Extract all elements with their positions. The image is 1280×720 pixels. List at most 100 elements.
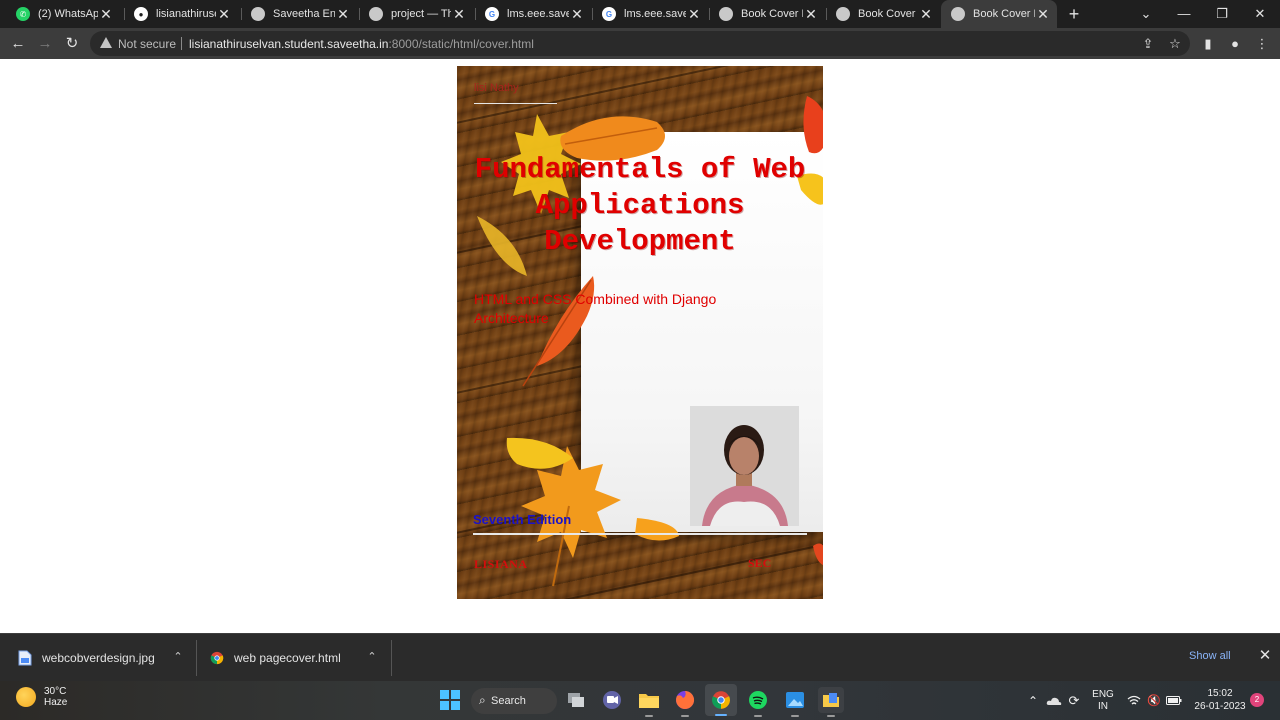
tab-label: lisianathiruselvan xyxy=(156,8,216,20)
tab-close-icon[interactable]: ✕ xyxy=(98,6,114,22)
forward-button[interactable]: → xyxy=(34,33,56,55)
wifi-icon[interactable] xyxy=(1126,681,1142,720)
photos-button[interactable] xyxy=(782,687,808,717)
start-button[interactable] xyxy=(437,687,463,713)
bookmark-star-icon[interactable]: ☆ xyxy=(1165,34,1185,54)
globe-icon xyxy=(251,7,265,21)
url-path: :8000/static/html/cover.html xyxy=(388,37,534,51)
profile-avatar-icon[interactable]: ● xyxy=(1225,34,1245,54)
weather-description: Haze xyxy=(44,697,68,708)
teams-chat-button[interactable] xyxy=(599,687,625,713)
menu-icon[interactable]: ⋮ xyxy=(1252,34,1272,54)
sync-icon[interactable]: ⟳ xyxy=(1066,681,1082,720)
edition-divider xyxy=(473,533,807,535)
weather-haze-icon xyxy=(16,687,36,707)
windows-taskbar: 30°C Haze ⌕ Search ⌃ ⟳ ENG IN 🔇 15:02 26… xyxy=(0,681,1280,720)
tab-github[interactable]: ● lisianathiruselvan ✕ xyxy=(124,0,238,28)
tab-close-icon[interactable]: ✕ xyxy=(569,6,585,22)
weather-temperature: 30°C xyxy=(44,686,67,697)
leaf-orange-icon xyxy=(635,518,679,541)
tab-label: Saveetha Engineering xyxy=(273,8,335,20)
search-icon: ⌕ xyxy=(479,693,486,707)
tab-close-icon[interactable]: ✕ xyxy=(686,6,702,22)
chat-icon xyxy=(603,691,621,709)
firefox-icon xyxy=(676,690,695,709)
new-tab-button[interactable]: + xyxy=(1064,4,1084,24)
book-title: Fundamentals of Web Applications Develop… xyxy=(474,153,806,258)
tab-book-cover-2[interactable]: Book Cover Page ✕ xyxy=(826,0,940,28)
search-label: Search xyxy=(491,695,526,707)
globe-icon xyxy=(951,7,965,21)
spotify-button[interactable] xyxy=(745,687,771,717)
download-filename: webcobverdesign.jpg xyxy=(42,650,155,665)
chevron-up-icon[interactable]: ⌃ xyxy=(365,650,379,664)
minimize-button[interactable]: — xyxy=(1165,0,1203,28)
share-icon[interactable]: ⇪ xyxy=(1138,34,1158,54)
google-icon: G xyxy=(485,7,499,21)
battery-icon[interactable] xyxy=(1165,681,1183,720)
download-separator xyxy=(196,640,197,676)
notepad-folder-icon xyxy=(823,693,839,707)
download-item[interactable]: web pagecover.html xyxy=(210,634,360,681)
tab-label: Book Cover Page xyxy=(858,8,918,20)
tab-lms-2[interactable]: G lms.eee.saveetha ✕ xyxy=(592,0,708,28)
clock-date: 26-01-2023 xyxy=(1194,701,1246,712)
tab-book-cover-1[interactable]: Book Cover Page ✕ xyxy=(709,0,825,28)
author-name-top: lisi Nathy xyxy=(474,82,519,94)
globe-icon xyxy=(719,7,733,21)
author-name-bottom: LISIANA xyxy=(474,557,528,571)
weather-widget[interactable]: 30°C Haze xyxy=(16,686,67,708)
tab-label: Book Cover Page xyxy=(973,8,1035,20)
tab-close-icon[interactable]: ✕ xyxy=(918,6,934,22)
url-text[interactable]: lisianathiruselvan.student.saveetha.in:8… xyxy=(189,37,534,51)
close-download-shelf-icon[interactable]: ✕ xyxy=(1256,647,1274,665)
spotify-icon xyxy=(749,691,767,709)
leaf-red-icon xyxy=(813,543,823,566)
chrome-icon xyxy=(712,691,730,709)
language-indicator[interactable]: ENG IN xyxy=(1090,681,1116,720)
file-manager-button[interactable] xyxy=(818,687,844,717)
taskbar-search[interactable]: ⌕ Search xyxy=(471,688,557,714)
back-button[interactable]: ← xyxy=(7,33,29,55)
window-close-button[interactable]: ✕ xyxy=(1241,0,1279,28)
author-photo xyxy=(690,406,799,526)
publisher-name: SEC xyxy=(748,556,772,570)
task-view-button[interactable] xyxy=(563,687,589,713)
firefox-button[interactable] xyxy=(672,687,698,717)
edition-label: Seventh Edition xyxy=(473,512,572,527)
tab-close-icon[interactable]: ✕ xyxy=(335,6,351,22)
tab-whatsapp[interactable]: ✆ (2) WhatsApp ✕ xyxy=(6,0,120,28)
side-panel-icon[interactable]: ▮ xyxy=(1198,34,1218,54)
browser-tab-strip: ✆ (2) WhatsApp ✕ ● lisianathiruselvan ✕ … xyxy=(0,0,1280,28)
page-viewport: lisi Nathy Fundamentals of Web Applicati… xyxy=(0,59,1280,633)
reload-button[interactable]: ↻ xyxy=(61,33,83,55)
tab-project[interactable]: project — The ✕ xyxy=(359,0,473,28)
show-hidden-icons-chevron-icon[interactable]: ⌃ xyxy=(1026,681,1040,720)
chrome-taskbar-button[interactable] xyxy=(705,684,737,716)
address-bar[interactable]: Not secure lisianathiruselvan.student.sa… xyxy=(90,31,1190,56)
book-cover: lisi Nathy Fundamentals of Web Applicati… xyxy=(457,66,823,599)
volume-muted-icon[interactable]: 🔇 xyxy=(1146,681,1162,720)
windows-logo-icon xyxy=(440,690,460,710)
tab-book-cover-active[interactable]: Book Cover Page ✕ xyxy=(941,0,1057,28)
tab-close-icon[interactable]: ✕ xyxy=(803,6,819,22)
tab-close-icon[interactable]: ✕ xyxy=(1035,6,1051,22)
onedrive-cloud-icon[interactable] xyxy=(1046,681,1062,720)
notification-badge[interactable]: 2 xyxy=(1250,693,1264,707)
security-status[interactable]: Not secure xyxy=(118,37,176,51)
system-clock[interactable]: 15:02 26-01-2023 xyxy=(1190,687,1250,713)
show-all-downloads-link[interactable]: Show all xyxy=(1189,650,1231,662)
tab-search-button[interactable]: ⌄ xyxy=(1127,0,1165,28)
chevron-up-icon[interactable]: ⌃ xyxy=(171,650,185,664)
tab-close-icon[interactable]: ✕ xyxy=(216,6,232,22)
download-item[interactable]: webcobverdesign.jpg xyxy=(18,634,168,681)
tab-label: Book Cover Page xyxy=(741,8,803,20)
maximize-button[interactable]: ❐ xyxy=(1203,0,1241,28)
leaf-yellow-icon xyxy=(506,437,573,469)
download-filename: web pagecover.html xyxy=(234,650,341,665)
tab-saveetha[interactable]: Saveetha Engineering ✕ xyxy=(241,0,357,28)
tab-lms-1[interactable]: G lms.eee.saveetha ✕ xyxy=(475,0,591,28)
tab-close-icon[interactable]: ✕ xyxy=(451,6,467,22)
warning-icon[interactable] xyxy=(100,37,112,48)
file-explorer-button[interactable] xyxy=(636,687,662,717)
